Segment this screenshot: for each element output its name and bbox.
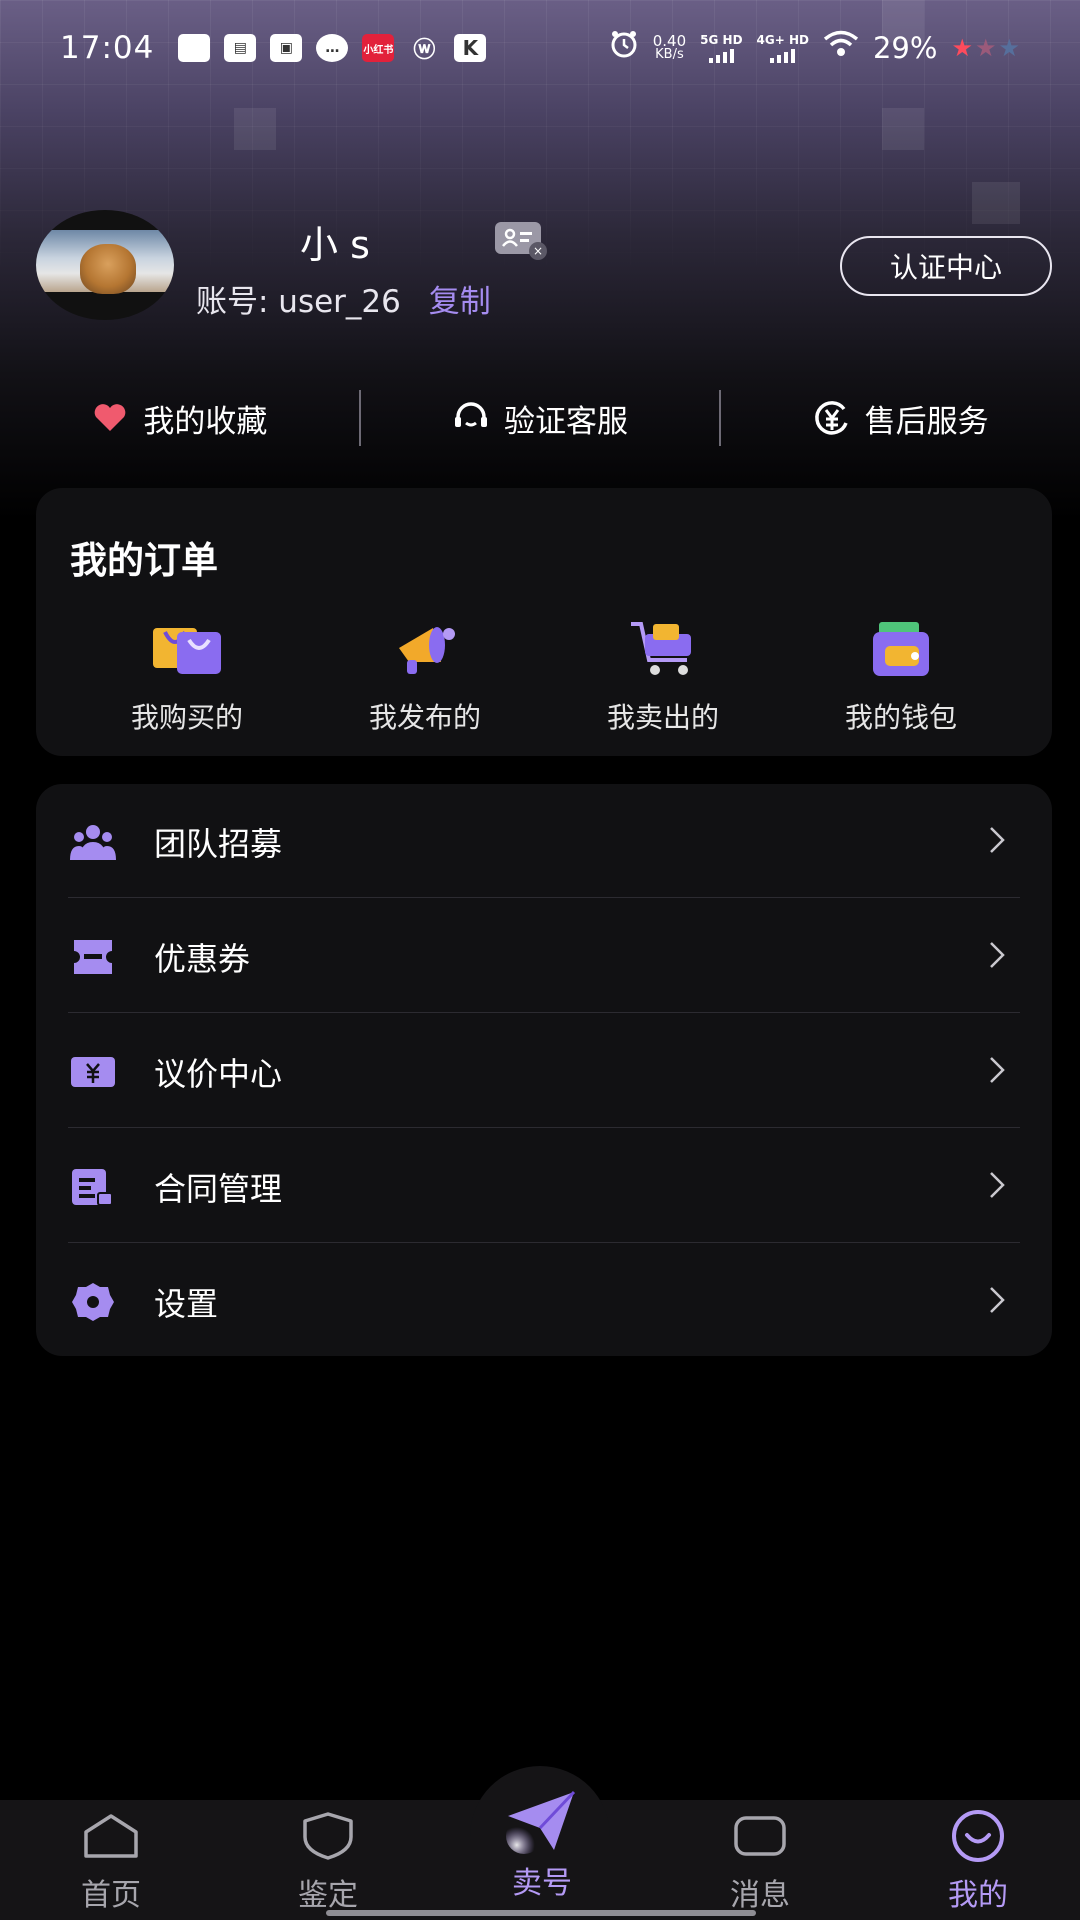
- megaphone-icon: [387, 618, 463, 680]
- account-id: 账号: user_26: [196, 284, 401, 320]
- weibo-icon: ⓦ: [413, 38, 436, 63]
- status-bar: 17:04 ▤ ▣ … 小红书 ⓦ K 0.40 KB/s 5G HD 4G+ …: [0, 0, 1080, 96]
- menu-item-settings[interactable]: 设置: [36, 1244, 1052, 1356]
- headset-icon: [452, 399, 490, 437]
- order-wallet[interactable]: 我的钱包: [806, 618, 996, 738]
- order-sold[interactable]: 我卖出的: [568, 618, 758, 738]
- yuan-circle-icon: [813, 399, 851, 437]
- status-time: 17:04: [60, 30, 155, 66]
- nav-label: 消息: [730, 1878, 790, 1913]
- quick-link-support[interactable]: 验证客服: [361, 396, 720, 441]
- home-icon: [81, 1808, 141, 1864]
- order-bought[interactable]: 我购买的: [92, 618, 282, 738]
- divider: [68, 1012, 1020, 1013]
- battery-level: 29%: [872, 31, 938, 65]
- menu-card: 团队招募 优惠券 议价中心 合同管理 设置: [36, 784, 1052, 1356]
- order-label: 我购买的: [130, 701, 243, 734]
- contract-icon: [70, 1164, 116, 1210]
- divider: [68, 1127, 1020, 1128]
- k-icon: K: [454, 34, 487, 62]
- divider: [68, 897, 1020, 898]
- notification-icons: ▤ ▣ … 小红书 ⓦ K: [178, 34, 487, 63]
- cart-icon: [625, 618, 701, 680]
- avatar[interactable]: [36, 210, 174, 320]
- account-line: 账号: user_26 复制: [196, 276, 491, 321]
- message-square-icon: [730, 1808, 790, 1864]
- certification-center-button[interactable]: 认证中心: [840, 236, 1052, 296]
- send-plane-icon: [500, 1786, 584, 1856]
- nav-appraisal[interactable]: 鉴定: [248, 1808, 408, 1918]
- yuan-ticket-icon: [70, 1049, 116, 1095]
- profile-page: 17:04 ▤ ▣ … 小红书 ⓦ K 0.40 KB/s 5G HD 4G+ …: [0, 0, 1080, 1920]
- order-published[interactable]: 我发布的: [330, 618, 520, 738]
- order-label: 我的钱包: [844, 701, 957, 734]
- quick-link-after-sales[interactable]: 售后服务: [721, 396, 1080, 441]
- menu-item-label: 优惠券: [154, 939, 251, 978]
- menu-item-label: 合同管理: [154, 1169, 283, 1208]
- heart-icon: [91, 399, 129, 437]
- quick-links: 我的收藏 验证客服 售后服务: [0, 386, 1080, 450]
- order-label: 我发布的: [368, 701, 481, 734]
- shield-icon: [298, 1808, 358, 1864]
- nav-home[interactable]: 首页: [31, 1808, 191, 1918]
- orders-card: 我的订单 我购买的 我发布的 我卖出的 我的钱包: [36, 488, 1052, 756]
- menu-item-label: 团队招募: [154, 824, 283, 863]
- quick-link-label: 验证客服: [504, 403, 628, 440]
- square-icon: [178, 34, 211, 62]
- alarm-icon: [609, 29, 639, 67]
- quick-link-favorites[interactable]: 我的收藏: [0, 396, 359, 441]
- menu-item-contract-management[interactable]: 合同管理: [36, 1129, 1052, 1244]
- xiaohongshu-icon: 小红书: [362, 34, 395, 62]
- app-badge-icon: ▤: [224, 34, 257, 62]
- team-icon: [70, 819, 116, 865]
- orders-title: 我的订单: [70, 539, 218, 582]
- nav-mine[interactable]: 我的: [898, 1808, 1058, 1918]
- chevron-right-icon: [988, 825, 1006, 859]
- smile-face-icon: [948, 1808, 1008, 1864]
- coupon-icon: [70, 934, 116, 980]
- order-label: 我卖出的: [606, 701, 719, 734]
- menu-item-team-recruit[interactable]: 团队招募: [36, 784, 1052, 899]
- menu-item-label: 议价中心: [154, 1054, 283, 1093]
- book-icon: ▣: [270, 34, 303, 62]
- signal-5g: 5G HD: [700, 34, 743, 63]
- id-card-icon[interactable]: ×: [495, 222, 547, 260]
- menu-item-coupons[interactable]: 优惠券: [36, 899, 1052, 1014]
- quick-link-label: 售后服务: [864, 403, 989, 440]
- rating-stars-icon: ★ ★ ★: [951, 34, 1020, 62]
- nav-label: 首页: [81, 1878, 141, 1913]
- chevron-right-icon: [988, 1285, 1006, 1319]
- nav-label: 我的: [948, 1878, 1008, 1913]
- network-speed: 0.40 KB/s: [652, 32, 687, 62]
- nav-sell-account[interactable]: 卖号: [462, 1786, 622, 1901]
- message-icon: …: [316, 34, 349, 62]
- chevron-right-icon: [988, 940, 1006, 974]
- menu-item-label: 设置: [154, 1284, 219, 1323]
- chevron-right-icon: [988, 1170, 1006, 1204]
- nickname: 小 s: [300, 223, 370, 267]
- quick-link-label: 我的收藏: [143, 403, 268, 440]
- divider: [68, 1242, 1020, 1243]
- settings-gear-icon: [70, 1279, 116, 1325]
- nav-messages[interactable]: 消息: [680, 1808, 840, 1918]
- shopping-bag-icon: [149, 618, 225, 680]
- status-right: 0.40 KB/s 5G HD 4G+ HD 29% ★ ★ ★: [609, 29, 1020, 67]
- wallet-icon: [863, 618, 939, 680]
- menu-item-bargain-center[interactable]: 议价中心: [36, 1014, 1052, 1129]
- nav-label: 卖号: [512, 1866, 572, 1901]
- home-indicator[interactable]: [326, 1910, 756, 1916]
- wifi-icon: [823, 30, 859, 66]
- signal-4g: 4G+ HD: [757, 34, 809, 63]
- copy-button[interactable]: 复制: [429, 284, 491, 320]
- chevron-right-icon: [988, 1055, 1006, 1089]
- nav-label: 鉴定: [298, 1878, 358, 1913]
